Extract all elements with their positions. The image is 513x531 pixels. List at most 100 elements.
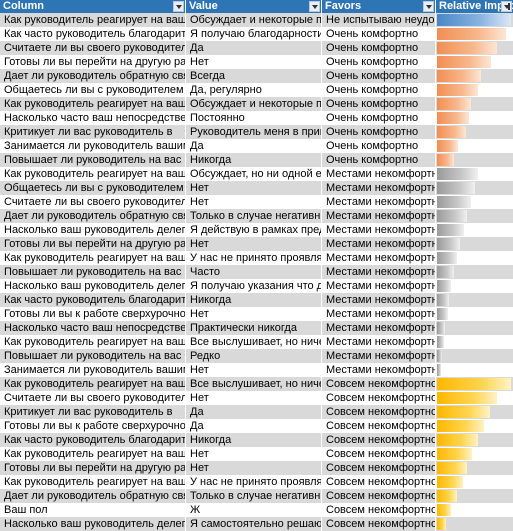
column-cell[interactable]: Занимается ли руководитель вашим [0, 363, 186, 377]
column-cell[interactable]: Как руководитель реагирует на ваши [0, 13, 186, 27]
value-cell[interactable]: У нас не принято проявлять инициативу [186, 475, 322, 489]
value-cell[interactable]: Все выслушивает, но ничего не делает [186, 335, 322, 349]
impact-cell[interactable] [436, 419, 513, 433]
favors-cell[interactable]: Совсем некомфортно [322, 433, 436, 447]
impact-cell[interactable] [436, 335, 513, 349]
table-row[interactable]: Насколько часто ваш непосредственныйПрак… [0, 321, 513, 335]
impact-cell[interactable] [436, 237, 513, 251]
favors-cell[interactable]: Очень комфортно [322, 125, 436, 139]
value-cell[interactable]: Да, регулярно [186, 83, 322, 97]
column-cell[interactable]: Готовы ли вы к работе сверхурочно по [0, 307, 186, 321]
header-relative-impact[interactable]: Relative Impact [436, 0, 513, 13]
column-cell[interactable]: Критикует ли вас руководитель в [0, 125, 186, 139]
favors-cell[interactable]: Местами некомфортно [322, 321, 436, 335]
impact-cell[interactable] [436, 377, 513, 391]
favors-cell[interactable]: Очень комфортно [322, 83, 436, 97]
impact-cell[interactable] [436, 69, 513, 83]
impact-cell[interactable] [436, 279, 513, 293]
column-cell[interactable]: Считаете ли вы своего руководителя [0, 391, 186, 405]
column-cell[interactable]: Ваш пол [0, 503, 186, 517]
impact-cell[interactable] [436, 153, 513, 167]
impact-cell[interactable] [436, 503, 513, 517]
impact-cell[interactable] [436, 195, 513, 209]
column-cell[interactable]: Занимается ли руководитель вашим [0, 139, 186, 153]
table-row[interactable]: Насколько ваш руководитель делегируетЯ с… [0, 517, 513, 531]
impact-cell[interactable] [436, 251, 513, 265]
table-row[interactable]: Дает ли руководитель обратную связь поТо… [0, 489, 513, 503]
column-cell[interactable]: Готовы ли вы перейти на другую работу [0, 237, 186, 251]
column-cell[interactable]: Как руководитель реагирует на ваши [0, 335, 186, 349]
column-cell[interactable]: Насколько ваш руководитель делегирует [0, 279, 186, 293]
favors-cell[interactable]: Местами некомфортно [322, 181, 436, 195]
column-cell[interactable]: Как руководитель реагирует на ваши [0, 377, 186, 391]
impact-cell[interactable] [436, 181, 513, 195]
value-cell[interactable]: Да [186, 41, 322, 55]
column-cell[interactable]: Считаете ли вы своего руководителя [0, 41, 186, 55]
favors-cell[interactable]: Местами некомфортно [322, 209, 436, 223]
favors-cell[interactable]: Местами некомфортно [322, 265, 436, 279]
table-row[interactable]: Считаете ли вы своего руководителя Да Очен… [0, 41, 513, 55]
favors-cell[interactable]: Местами некомфортно [322, 363, 436, 377]
column-cell[interactable]: Как часто руководитель благодарит вас [0, 433, 186, 447]
favors-cell[interactable]: Очень комфортно [322, 97, 436, 111]
column-cell[interactable]: Повышает ли руководитель на вас голос [0, 265, 186, 279]
value-cell[interactable]: Часто [186, 265, 322, 279]
value-cell[interactable]: Да [186, 139, 322, 153]
value-cell[interactable]: Только в случае негативных результатов [186, 489, 322, 503]
table-row[interactable]: Как руководитель реагирует на ваши Обсужд… [0, 167, 513, 181]
impact-cell[interactable] [436, 139, 513, 153]
favors-cell[interactable]: Местами некомфортно [322, 223, 436, 237]
impact-cell[interactable] [436, 209, 513, 223]
impact-cell[interactable] [436, 27, 513, 41]
favors-cell[interactable]: Местами некомфортно [322, 251, 436, 265]
value-cell[interactable]: Нет [186, 181, 322, 195]
table-row[interactable]: Как часто руководитель благодарит васНик… [0, 293, 513, 307]
favors-cell[interactable]: Очень комфортно [322, 153, 436, 167]
favors-cell[interactable]: Местами некомфортно [322, 195, 436, 209]
value-cell[interactable]: Никогда [186, 433, 322, 447]
value-cell[interactable]: Я получаю указания что делать и [186, 279, 322, 293]
table-row[interactable]: Занимается ли руководитель вашим Да Очень … [0, 139, 513, 153]
favors-cell[interactable]: Очень комфортно [322, 55, 436, 69]
value-cell[interactable]: Редко [186, 349, 322, 363]
table-row[interactable]: Как руководитель реагирует на ваши Все вы… [0, 335, 513, 349]
value-cell[interactable]: Никогда [186, 153, 322, 167]
impact-cell[interactable] [436, 321, 513, 335]
impact-cell[interactable] [436, 111, 513, 125]
column-cell[interactable]: Как часто руководитель благодарит вас [0, 293, 186, 307]
value-cell[interactable]: Нет [186, 195, 322, 209]
impact-cell[interactable] [436, 405, 513, 419]
table-row[interactable]: Как часто руководитель благодарит васЯ п… [0, 27, 513, 41]
value-cell[interactable]: Я самостоятельно решаю как добиться [186, 517, 322, 531]
impact-cell[interactable] [436, 125, 513, 139]
favors-filter-dropdown-icon[interactable] [423, 1, 434, 12]
table-row[interactable]: Занимается ли руководитель вашим Нет Места… [0, 363, 513, 377]
table-row[interactable]: Как руководитель реагирует на ваши У нас … [0, 475, 513, 489]
favors-cell[interactable]: Очень комфортно [322, 139, 436, 153]
value-cell[interactable]: Нет [186, 391, 322, 405]
impact-cell[interactable] [436, 517, 513, 531]
column-cell[interactable]: Считаете ли вы своего руководителя [0, 195, 186, 209]
impact-cell[interactable] [436, 41, 513, 55]
impact-cell[interactable] [436, 447, 513, 461]
table-row[interactable]: Готовы ли вы перейти на другую работуНет… [0, 237, 513, 251]
column-cell[interactable]: Насколько часто ваш непосредственный [0, 321, 186, 335]
impact-sort-filter-icon[interactable] [501, 1, 512, 12]
table-row[interactable]: Повышает ли руководитель на вас голосЧас… [0, 265, 513, 279]
column-cell[interactable]: Насколько ваш руководитель делегирует [0, 223, 186, 237]
column-cell[interactable]: Дает ли руководитель обратную связь по [0, 69, 186, 83]
table-row[interactable]: Повышает ли руководитель на вас голосРед… [0, 349, 513, 363]
header-favors[interactable]: Favors [322, 0, 436, 13]
table-row[interactable]: Насколько ваш руководитель делегируетЯ д… [0, 223, 513, 237]
table-row[interactable]: Насколько часто ваш непосредственныйПост… [0, 111, 513, 125]
column-cell[interactable]: Готовы ли вы перейти на другую работу [0, 55, 186, 69]
table-row[interactable]: Как руководитель реагирует на ваши Все вы… [0, 377, 513, 391]
favors-cell[interactable]: Местами некомфортно [322, 307, 436, 321]
table-row[interactable]: Как руководитель реагирует на ваши Обсужд… [0, 13, 513, 27]
favors-cell[interactable]: Очень комфортно [322, 41, 436, 55]
impact-cell[interactable] [436, 97, 513, 111]
value-cell[interactable]: Нет [186, 461, 322, 475]
table-row[interactable]: Как часто руководитель благодарит васНик… [0, 433, 513, 447]
favors-cell[interactable]: Не испытываю неудобств [322, 13, 436, 27]
column-cell[interactable]: Как руководитель реагирует на ваши [0, 97, 186, 111]
